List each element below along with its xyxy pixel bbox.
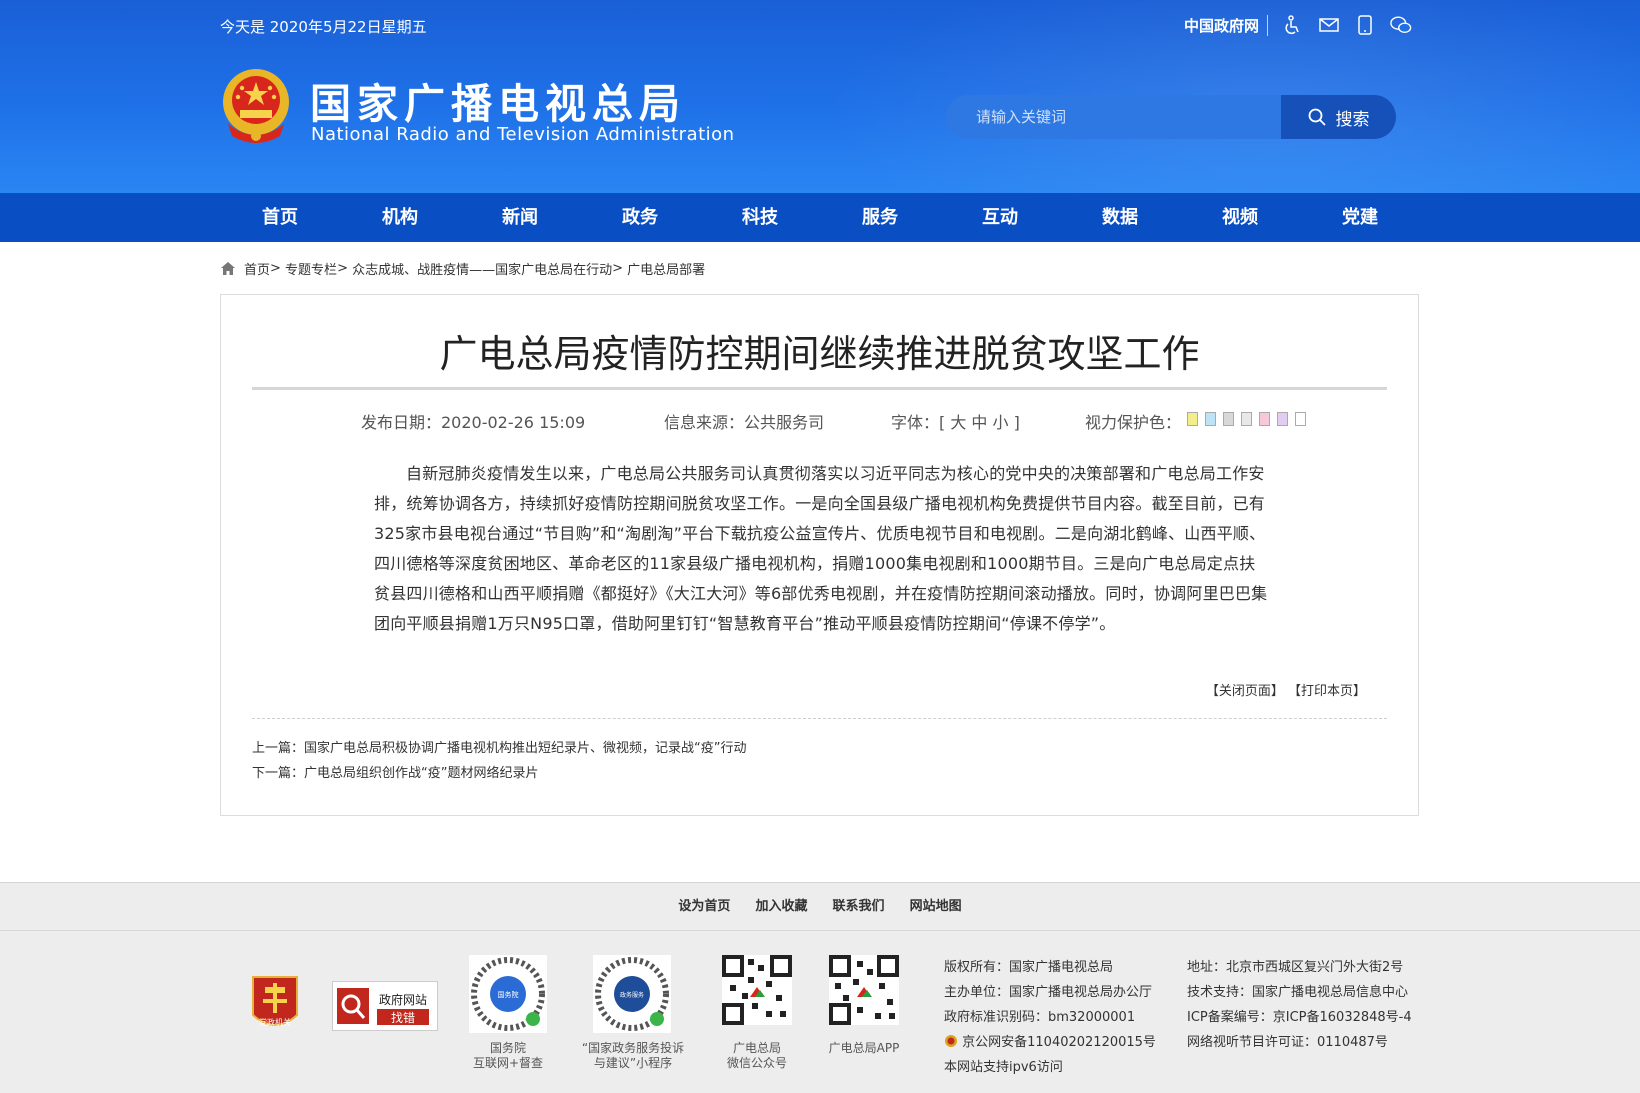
print-page-link[interactable]: 【打印本页】 bbox=[1288, 684, 1366, 699]
qr-code-complaint-miniprogram: 政务服务 bbox=[593, 955, 671, 1033]
contact-us-link[interactable]: 联系我们 bbox=[833, 883, 885, 931]
article-title: 广电总局疫情防控期间继续推进脱贫攻坚工作 bbox=[439, 332, 1200, 376]
eye-care-swatch[interactable] bbox=[1295, 412, 1306, 426]
police-record-text: 京公网安备11040202120015号 bbox=[962, 1035, 1156, 1050]
gov-id-code-text: 政府标准识别码：bm32000001 bbox=[944, 1010, 1136, 1025]
breadcrumb-home[interactable]: 首页 bbox=[244, 259, 270, 278]
breadcrumb-separator: > bbox=[612, 261, 628, 276]
nav-item-technology[interactable]: 科技 bbox=[700, 193, 820, 242]
add-favorite-link[interactable]: 加入收藏 bbox=[755, 883, 807, 931]
site-map-link[interactable]: 网站地图 bbox=[910, 883, 962, 931]
qr-caption-line: 微信公众号 bbox=[726, 1056, 787, 1070]
gov-portal-link[interactable]: 中国政府网 bbox=[1184, 14, 1268, 36]
qr-inner-label: 政务服务 bbox=[620, 991, 644, 999]
article-panel: 广电总局疫情防控期间继续推进脱贫攻坚工作 发布日期：2020-02-26 15:… bbox=[220, 294, 1419, 816]
site-footer: 设为首页 加入收藏 联系我们 网站地图 党政机关 政府网站 找错 国务院 国务院… bbox=[0, 882, 1640, 1093]
top-links: 中国政府网 bbox=[1184, 14, 1412, 36]
breadcrumb-topic[interactable]: 众志成城、战胜疫情——国家广电总局在行动 bbox=[352, 259, 612, 278]
qr-inner-label: 国务院 bbox=[498, 990, 519, 999]
police-badge-icon bbox=[945, 1035, 957, 1047]
breadcrumb: 首页 > 专题专栏 > 众志成城、战胜疫情——国家广电总局在行动 > 广电总局部署 bbox=[220, 259, 705, 278]
breadcrumb-current[interactable]: 广电总局部署 bbox=[627, 259, 705, 278]
footer-info-left: 版权所有：国家广播电视总局 主办单位：国家广播电视总局办公厅 政府标准识别码：b… bbox=[944, 955, 1156, 1080]
info-source: 信息来源：公共服务司 bbox=[664, 413, 825, 432]
qr-caption-line: 广电总局APP bbox=[828, 1041, 900, 1055]
av-license-text: 网络视听节目许可证：0110487号 bbox=[1187, 1035, 1388, 1050]
ipv6-support-text: 本网站支持ipv6访问 bbox=[944, 1060, 1063, 1075]
wechat-icon[interactable] bbox=[1390, 14, 1412, 36]
gov-website-error-badge[interactable]: 政府网站 找错 bbox=[332, 981, 438, 1031]
tech-support-text: 技术支持：国家广播电视总局信息中心 bbox=[1187, 985, 1409, 1000]
icp-record-link[interactable]: ICP备案编号：京ICP备16032848号-4 bbox=[1187, 1005, 1412, 1030]
qr-caption: “国家政务服务投诉 与建议”小程序 bbox=[572, 1041, 694, 1071]
eye-care-swatch[interactable] bbox=[1277, 412, 1288, 426]
nav-item-home[interactable]: 首页 bbox=[220, 193, 340, 242]
mail-icon[interactable] bbox=[1318, 14, 1340, 36]
title-divider bbox=[252, 387, 1387, 390]
qr-caption-line: “国家政务服务投诉 bbox=[581, 1041, 685, 1055]
qr-code-wechat-account bbox=[722, 955, 792, 1025]
close-page-link[interactable]: 【关闭页面】 bbox=[1206, 684, 1284, 699]
eye-care-swatches bbox=[1187, 412, 1306, 426]
nav-item-video[interactable]: 视频 bbox=[1180, 193, 1300, 242]
eye-care-swatch[interactable] bbox=[1205, 412, 1216, 426]
gov-badge-bottom-text: 找错 bbox=[391, 1011, 415, 1025]
nav-item-interaction[interactable]: 互动 bbox=[940, 193, 1060, 242]
qr-caption: 国务院 互联网+督查 bbox=[459, 1041, 557, 1071]
nav-item-services[interactable]: 服务 bbox=[820, 193, 940, 242]
nav-item-news[interactable]: 新闻 bbox=[460, 193, 580, 242]
site-title-en: National Radio and Television Administra… bbox=[311, 124, 735, 145]
mobile-icon[interactable] bbox=[1354, 14, 1376, 36]
nav-item-government-affairs[interactable]: 政务 bbox=[580, 193, 700, 242]
site-header: 今天是 2020年5月22日星期五 中国政府网 国家广播电视总局 Nationa… bbox=[0, 0, 1640, 193]
eye-care-swatch[interactable] bbox=[1223, 412, 1234, 426]
nav-item-data[interactable]: 数据 bbox=[1060, 193, 1180, 242]
national-emblem-logo bbox=[218, 66, 294, 144]
police-record[interactable]: 京公网安备11040202120015号 bbox=[944, 1030, 1156, 1055]
breadcrumb-special-topics[interactable]: 专题专栏 bbox=[285, 259, 337, 278]
eye-care-label: 视力保护色： bbox=[1085, 413, 1182, 432]
qr-code-app bbox=[829, 955, 899, 1025]
qr-caption-line: 与建议”小程序 bbox=[593, 1056, 673, 1070]
qr-caption: 广电总局 微信公众号 bbox=[707, 1041, 807, 1071]
search-icon bbox=[1308, 108, 1326, 126]
qr-code-state-council: 国务院 bbox=[469, 955, 547, 1033]
search-input[interactable] bbox=[946, 95, 1281, 139]
search-button-label: 搜索 bbox=[1335, 109, 1370, 130]
breadcrumb-separator: > bbox=[270, 261, 286, 276]
gov-badge-top-text: 政府网站 bbox=[379, 992, 427, 1007]
qr-caption-line: 广电总局 bbox=[732, 1041, 781, 1055]
party-government-badge[interactable]: 党政机关 bbox=[249, 973, 301, 1035]
previous-article-link[interactable]: 上一篇：国家广电总局积极协调广播电视机构推出短纪录片、微视频，记录战“疫”行动 bbox=[252, 737, 746, 756]
search-button[interactable]: 搜索 bbox=[1281, 95, 1396, 139]
accessibility-icon[interactable] bbox=[1282, 14, 1304, 36]
eye-care-swatch[interactable] bbox=[1241, 412, 1252, 426]
address-text: 地址：北京市西城区复兴门外大街2号 bbox=[1187, 960, 1404, 975]
nav-item-party-building[interactable]: 党建 bbox=[1300, 193, 1420, 242]
eye-care-swatch[interactable] bbox=[1259, 412, 1270, 426]
current-date: 今天是 2020年5月22日星期五 bbox=[220, 18, 427, 36]
search-bar: 搜索 bbox=[946, 95, 1396, 139]
main-nav: 首页 机构 新闻 政务 科技 服务 互动 数据 视频 党建 bbox=[0, 193, 1640, 242]
article-actions: 【关闭页面】 【打印本页】 bbox=[1206, 680, 1366, 699]
dashed-divider bbox=[252, 718, 1387, 719]
breadcrumb-separator: > bbox=[337, 261, 353, 276]
site-title-cn: 国家广播电视总局 bbox=[310, 80, 686, 128]
party-badge-text: 党政机关 bbox=[259, 1017, 291, 1027]
copyright-text: 版权所有：国家广播电视总局 bbox=[944, 960, 1114, 975]
nav-item-organization[interactable]: 机构 bbox=[340, 193, 460, 242]
set-homepage-link[interactable]: 设为首页 bbox=[678, 883, 730, 931]
qr-caption: 广电总局APP bbox=[814, 1041, 914, 1056]
next-article-link[interactable]: 下一篇：广电总局组织创作战“疫”题材网络纪录片 bbox=[252, 762, 538, 781]
footer-info-right: 地址：北京市西城区复兴门外大街2号 技术支持：国家广播电视总局信息中心 ICP备… bbox=[1187, 955, 1412, 1055]
font-size-switcher[interactable]: 字体：[ 大 中 小 ] bbox=[891, 409, 1020, 433]
publish-date: 发布日期：2020-02-26 15:09 bbox=[361, 413, 586, 432]
qr-caption-line: 国务院 bbox=[489, 1041, 526, 1055]
eye-care-swatch[interactable] bbox=[1187, 412, 1198, 426]
host-unit-text: 主办单位：国家广播电视总局办公厅 bbox=[944, 985, 1153, 1000]
qr-caption-line: 互联网+督查 bbox=[472, 1056, 544, 1070]
home-icon bbox=[221, 262, 235, 275]
footer-links: 设为首页 加入收藏 联系我们 网站地图 bbox=[0, 883, 1640, 931]
article-body: 自新冠肺炎疫情发生以来，广电总局公共服务司认真贯彻落实以习近平同志为核心的党中央… bbox=[374, 464, 1268, 633]
